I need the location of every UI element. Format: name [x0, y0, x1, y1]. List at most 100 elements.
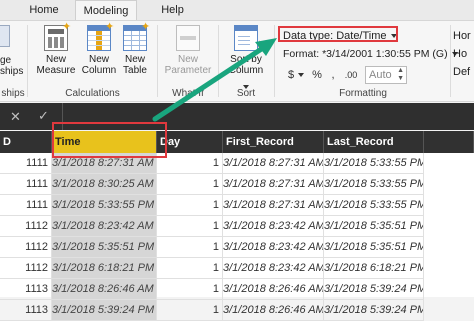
group-divider — [274, 25, 275, 97]
spinner-icon: ▲ ▼ — [397, 67, 404, 82]
cell-first-record[interactable]: 3/1/2018 8:23:42 AM — [223, 237, 324, 258]
cell-last-record[interactable]: 3/1/2018 5:35:51 PM — [324, 237, 424, 258]
plus-icon: ✦ — [141, 21, 151, 33]
whatif-group-label: What If — [172, 88, 204, 99]
new-column-label-1: New — [88, 54, 109, 65]
cell-last-record[interactable]: 3/1/2018 5:39:24 PM — [324, 300, 424, 321]
home-label-2: Ho — [453, 48, 468, 60]
manage-relationships-button[interactable]: ge ships — [0, 25, 26, 85]
cell-first-record[interactable]: 3/1/2018 8:23:42 AM — [223, 258, 324, 279]
power-bi-window: Home Modeling Help ge ships ships ✦ New … — [0, 0, 474, 321]
new-table-icon: ✦ — [123, 21, 151, 51]
column-header-first-record[interactable]: First_Record — [223, 131, 324, 153]
decimal-format-button[interactable]: .00 — [341, 66, 361, 84]
cell-last-record[interactable]: 3/1/2018 5:35:51 PM — [324, 216, 424, 237]
cancel-icon[interactable]: ✕ — [10, 109, 21, 125]
cell-time[interactable]: 3/1/2018 6:18:21 PM — [52, 258, 157, 279]
cell-time[interactable]: 3/1/2018 5:35:51 PM — [52, 237, 157, 258]
data-type-highlight-box — [278, 26, 398, 42]
new-measure-label-1: New — [45, 54, 66, 65]
cell-id[interactable]: 1111 — [0, 153, 52, 174]
cell-first-record[interactable]: 3/1/2018 8:23:42 AM — [223, 216, 324, 237]
format-label: Format: *3/14/2001 1:30:55 PM (G) — [283, 48, 448, 60]
decimal-places-value: Auto — [369, 69, 392, 81]
cell-id[interactable]: 1112 — [0, 258, 52, 279]
cell-day[interactable]: 1 — [157, 195, 223, 216]
new-parameter-label-1: New — [177, 54, 198, 65]
cell-day[interactable]: 1 — [157, 300, 223, 321]
column-header-id[interactable]: D — [0, 131, 52, 153]
cell-id[interactable]: 1112 — [0, 216, 52, 237]
column-header-last-record[interactable]: Last_Record — [324, 131, 424, 153]
percent-symbol: % — [312, 69, 322, 81]
cell-id[interactable]: 1113 — [0, 300, 52, 321]
cell-first-record[interactable]: 3/1/2018 8:27:31 AM — [223, 174, 324, 195]
cell-day[interactable]: 1 — [157, 258, 223, 279]
cell-time[interactable]: 3/1/2018 8:30:25 AM — [52, 174, 157, 195]
currency-symbol: $ — [287, 69, 295, 81]
cell-last-record[interactable]: 3/1/2018 6:18:21 PM — [324, 258, 424, 279]
comma-format-button[interactable]: , — [328, 66, 338, 84]
commit-icon[interactable]: ✓ — [38, 108, 49, 124]
sort-by-column-label-1: Sort by — [230, 54, 262, 65]
cell-id[interactable]: 1112 — [0, 237, 52, 258]
new-column-label-2: Column — [81, 65, 117, 76]
new-table-button[interactable]: ✦ New Table — [119, 21, 151, 83]
calculator-icon: ✦ — [44, 21, 72, 51]
group-divider — [27, 25, 28, 97]
calculations-group-label: Calculations — [65, 88, 120, 99]
default-label: Def — [453, 66, 471, 78]
group-divider — [218, 25, 219, 97]
cell-first-record[interactable]: 3/1/2018 8:27:31 AM — [223, 195, 324, 216]
new-table-label-1: New — [124, 54, 145, 65]
ribbon: ge ships ships ✦ New Measure ✦ New Colum… — [0, 20, 474, 102]
sort-group-label: Sort — [236, 88, 256, 99]
new-measure-button[interactable]: ✦ New Measure — [33, 21, 79, 83]
decimal-places-input[interactable]: Auto ▲ ▼ — [365, 66, 407, 84]
format-dropdown[interactable]: Format: *3/14/2001 1:30:55 PM (G) — [283, 48, 458, 60]
home-table-label: Hor — [453, 30, 471, 42]
chevron-down-icon — [298, 73, 304, 77]
decimal-symbol: .00 — [344, 70, 358, 80]
comma-symbol: , — [331, 69, 335, 81]
group-divider — [450, 25, 451, 97]
cell-day[interactable]: 1 — [157, 174, 223, 195]
cell-id[interactable]: 1111 — [0, 195, 52, 216]
group-divider — [157, 25, 158, 97]
cell-last-record[interactable]: 3/1/2018 5:33:55 PM — [324, 195, 424, 216]
sort-by-column-icon: ↓ — [234, 25, 263, 51]
tab-help[interactable]: Help — [155, 0, 190, 21]
sort-arrow-icon: ↓ — [256, 36, 264, 51]
relationships-icon — [0, 25, 10, 47]
cell-time[interactable]: 3/1/2018 8:23:42 AM — [52, 216, 157, 237]
percent-format-button[interactable]: % — [310, 66, 324, 84]
cell-id[interactable]: 1111 — [0, 174, 52, 195]
new-parameter-label-2: Parameter — [164, 65, 212, 76]
cell-time[interactable]: 3/1/2018 5:39:24 PM — [52, 300, 157, 321]
cell-last-record[interactable]: 3/1/2018 5:33:55 PM — [324, 174, 424, 195]
plus-icon: ✦ — [62, 21, 72, 33]
parameter-icon — [176, 25, 200, 51]
new-measure-label-2: Measure — [36, 65, 76, 76]
tab-home[interactable]: Home — [20, 0, 68, 21]
tab-modeling[interactable]: Modeling — [75, 0, 137, 21]
manage-relationships-label-bottom: ships — [0, 66, 24, 77]
time-column-highlight-box — [52, 122, 167, 158]
new-column-button[interactable]: ✦ New Column — [80, 21, 118, 83]
new-parameter-button[interactable]: New Parameter — [161, 25, 215, 83]
sort-by-column-label-2: Column — [228, 65, 264, 76]
formatting-group-label: Formatting — [339, 88, 387, 99]
column-header-empty — [424, 131, 474, 153]
cell-time[interactable]: 3/1/2018 5:33:55 PM — [52, 195, 157, 216]
relationships-group-label: ships — [1, 88, 25, 99]
plus-icon: ✦ — [105, 21, 115, 33]
cell-first-record[interactable]: 3/1/2018 8:27:31 AM — [223, 153, 324, 174]
cell-last-record[interactable]: 3/1/2018 5:33:55 PM — [324, 153, 424, 174]
cell-first-record[interactable]: 3/1/2018 8:26:46 AM — [223, 300, 324, 321]
cell-day[interactable]: 1 — [157, 237, 223, 258]
manage-relationships-label-top: ge — [0, 55, 12, 66]
new-column-icon: ✦ — [87, 21, 115, 51]
sort-by-column-button[interactable]: ↓ Sort by Column — [222, 25, 270, 89]
cell-day[interactable]: 1 — [157, 216, 223, 237]
new-table-label-2: Table — [123, 65, 147, 76]
